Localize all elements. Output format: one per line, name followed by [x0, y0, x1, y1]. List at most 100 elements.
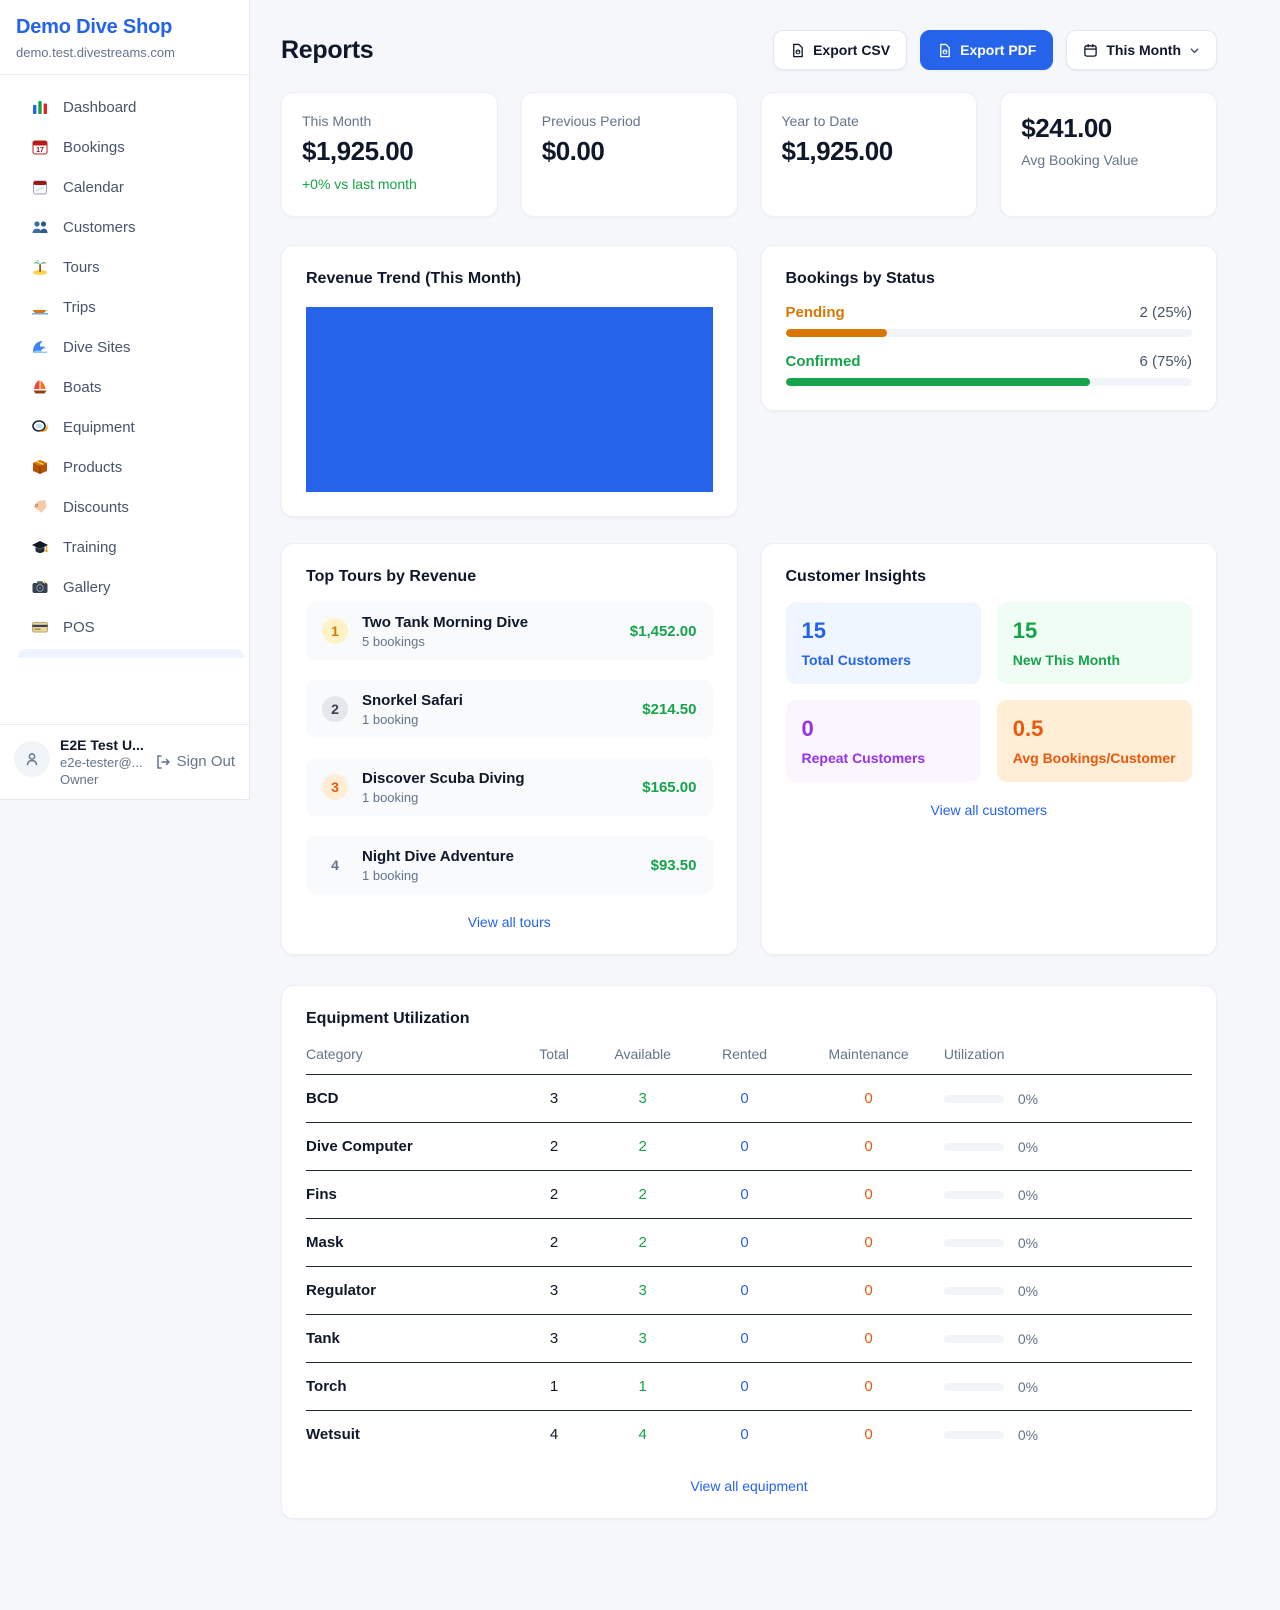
cell-total: 2	[519, 1171, 590, 1219]
revenue-trend-card: Revenue Trend (This Month)	[281, 245, 738, 517]
main-content: Reports Export CSV Export PDF This Month	[250, 0, 1280, 1519]
utilization-percent: 0%	[1018, 1331, 1038, 1347]
svg-text:17: 17	[36, 147, 44, 154]
cell-total: 3	[519, 1315, 590, 1363]
cell-category: Wetsuit	[306, 1411, 519, 1459]
revenue-trend-chart	[306, 307, 713, 492]
camera-icon	[30, 577, 50, 597]
insight-label: Avg Bookings/Customer	[1013, 750, 1176, 766]
cell-total: 4	[519, 1411, 590, 1459]
person-icon	[23, 750, 41, 768]
cell-maintenance: 0	[793, 1267, 944, 1315]
calendar-date-icon: 17	[30, 137, 50, 157]
calendar-icon	[30, 177, 50, 197]
sidebar-item-boats[interactable]: Boats	[12, 367, 237, 407]
top-tours-card: Top Tours by Revenue 1 Two Tank Morning …	[281, 543, 738, 955]
cell-available: 1	[590, 1363, 696, 1411]
sidebar-item-products[interactable]: Products	[12, 447, 237, 487]
cell-available: 2	[590, 1171, 696, 1219]
table-row: Torch 1 1 0 0 0%	[306, 1363, 1192, 1411]
stat-card-year-to-date: Year to Date $1,925.00	[761, 92, 978, 217]
top-tours-title: Top Tours by Revenue	[306, 568, 713, 586]
cell-maintenance: 0	[793, 1075, 944, 1123]
cell-category: Fins	[306, 1171, 519, 1219]
cell-total: 2	[519, 1123, 590, 1171]
sidebar-item-discounts[interactable]: Discounts	[12, 487, 237, 527]
cell-rented: 0	[696, 1363, 793, 1411]
tour-name: Two Tank Morning Dive	[362, 614, 616, 631]
cell-utilization: 0%	[944, 1363, 1192, 1411]
sailboat-icon	[30, 377, 50, 397]
sidebar-item-equipment[interactable]: Equipment	[12, 407, 237, 447]
table-header-row: Category Total Available Rented Maintena…	[306, 1046, 1192, 1075]
stat-value: $1,925.00	[782, 136, 957, 167]
sidebar-item-gallery[interactable]: Gallery	[12, 567, 237, 607]
tour-row: 4 Night Dive Adventure 1 booking $93.50	[306, 836, 713, 894]
tour-row: 3 Discover Scuba Diving 1 booking $165.0…	[306, 758, 713, 816]
status-row-pending: Pending 2 (25%)	[786, 304, 1193, 337]
calendar-outline-icon	[1083, 43, 1098, 58]
sidebar-item-training[interactable]: Training	[12, 527, 237, 567]
cell-utilization: 0%	[944, 1123, 1192, 1171]
table-row: BCD 3 3 0 0 0%	[306, 1075, 1192, 1123]
view-all-equipment-link[interactable]: View all equipment	[306, 1478, 1192, 1494]
sidebar-item-pos[interactable]: POS	[12, 607, 237, 647]
cell-available: 2	[590, 1123, 696, 1171]
sidebar-item-reports-partial[interactable]	[18, 649, 244, 658]
graduation-cap-icon	[30, 537, 50, 557]
export-pdf-button[interactable]: Export PDF	[920, 30, 1053, 70]
brand-block: Demo Dive Shop demo.test.divestreams.com	[0, 0, 249, 75]
table-row: Regulator 3 3 0 0 0%	[306, 1267, 1192, 1315]
reports-page: Demo Dive Shop demo.test.divestreams.com…	[0, 0, 1280, 1610]
tour-name: Discover Scuba Diving	[362, 770, 628, 787]
cell-available: 3	[590, 1267, 696, 1315]
export-pdf-label: Export PDF	[960, 42, 1036, 58]
progress-track	[786, 378, 1193, 386]
cell-utilization: 0%	[944, 1219, 1192, 1267]
sidebar-item-label: Products	[63, 459, 122, 476]
stat-value: $1,925.00	[302, 136, 477, 167]
sidebar-item-trips[interactable]: Trips	[12, 287, 237, 327]
bar-chart-icon	[30, 97, 50, 117]
insight-grid: 15 Total Customers 15 New This Month 0 R…	[786, 602, 1193, 782]
topbar: Reports Export CSV Export PDF This Month	[281, 30, 1217, 70]
table-row: Dive Computer 2 2 0 0 0%	[306, 1123, 1192, 1171]
tour-row: 1 Two Tank Morning Dive 5 bookings $1,45…	[306, 602, 713, 660]
sidebar-item-customers[interactable]: Customers	[12, 207, 237, 247]
utilization-track	[944, 1095, 1004, 1103]
view-all-customers-link[interactable]: View all customers	[786, 802, 1193, 818]
sidebar-item-calendar[interactable]: Calendar	[12, 167, 237, 207]
table-row: Wetsuit 4 4 0 0 0%	[306, 1411, 1192, 1459]
view-all-tours-link[interactable]: View all tours	[306, 914, 713, 930]
cell-category: Tank	[306, 1315, 519, 1363]
utilization-track	[944, 1335, 1004, 1343]
period-dropdown[interactable]: This Month	[1066, 30, 1217, 70]
header-actions: Export CSV Export PDF This Month	[773, 30, 1217, 70]
people-icon	[30, 217, 50, 237]
revenue-trend-title: Revenue Trend (This Month)	[306, 270, 713, 288]
tour-bookings: 5 bookings	[362, 634, 616, 649]
cell-available: 4	[590, 1411, 696, 1459]
insight-value: 15	[1013, 618, 1176, 644]
equipment-table: Category Total Available Rented Maintena…	[306, 1046, 1192, 1458]
cell-utilization: 0%	[944, 1411, 1192, 1459]
insight-label: New This Month	[1013, 652, 1176, 668]
bookings-by-status-card: Bookings by Status Pending 2 (25%) Confi…	[761, 245, 1218, 411]
sidebar-item-dive-sites[interactable]: Dive Sites	[12, 327, 237, 367]
equipment-utilization-title: Equipment Utilization	[306, 1010, 1192, 1028]
customer-insights-title: Customer Insights	[786, 568, 1193, 586]
export-csv-button[interactable]: Export CSV	[773, 30, 907, 70]
sign-out-button[interactable]: Sign Out	[155, 753, 235, 770]
stat-cards: This Month $1,925.00 +0% vs last month P…	[281, 92, 1217, 217]
tour-amount: $165.00	[642, 779, 696, 796]
sidebar-item-label: Dashboard	[63, 99, 136, 116]
status-count: 2 (25%)	[1139, 304, 1192, 321]
sidebar-item-tours[interactable]: Tours	[12, 247, 237, 287]
tour-amount: $1,452.00	[630, 623, 697, 640]
tour-bookings: 1 booking	[362, 868, 637, 883]
stat-label: Previous Period	[542, 113, 717, 129]
cell-maintenance: 0	[793, 1123, 944, 1171]
sidebar-item-dashboard[interactable]: Dashboard	[12, 87, 237, 127]
sidebar-item-bookings[interactable]: 17 Bookings	[12, 127, 237, 167]
file-download-icon	[790, 43, 805, 58]
